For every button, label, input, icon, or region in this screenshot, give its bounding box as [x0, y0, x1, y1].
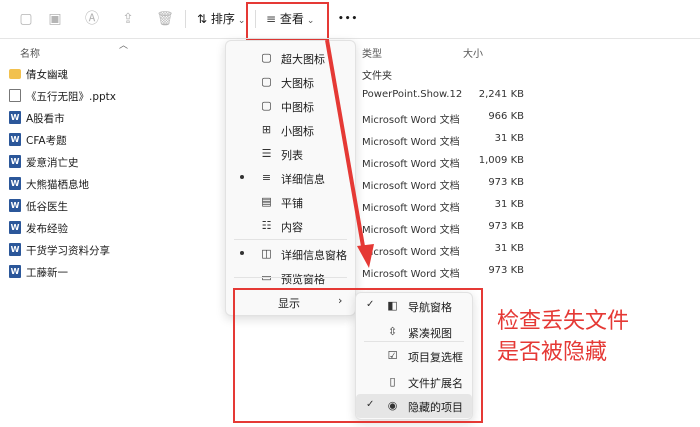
annotation-line-2: 是否被隐藏 — [497, 340, 608, 365]
annotation-text: 检查丢失文件 是否被隐藏 — [497, 306, 629, 368]
annotation-line-1: 检查丢失文件 — [497, 309, 630, 334]
